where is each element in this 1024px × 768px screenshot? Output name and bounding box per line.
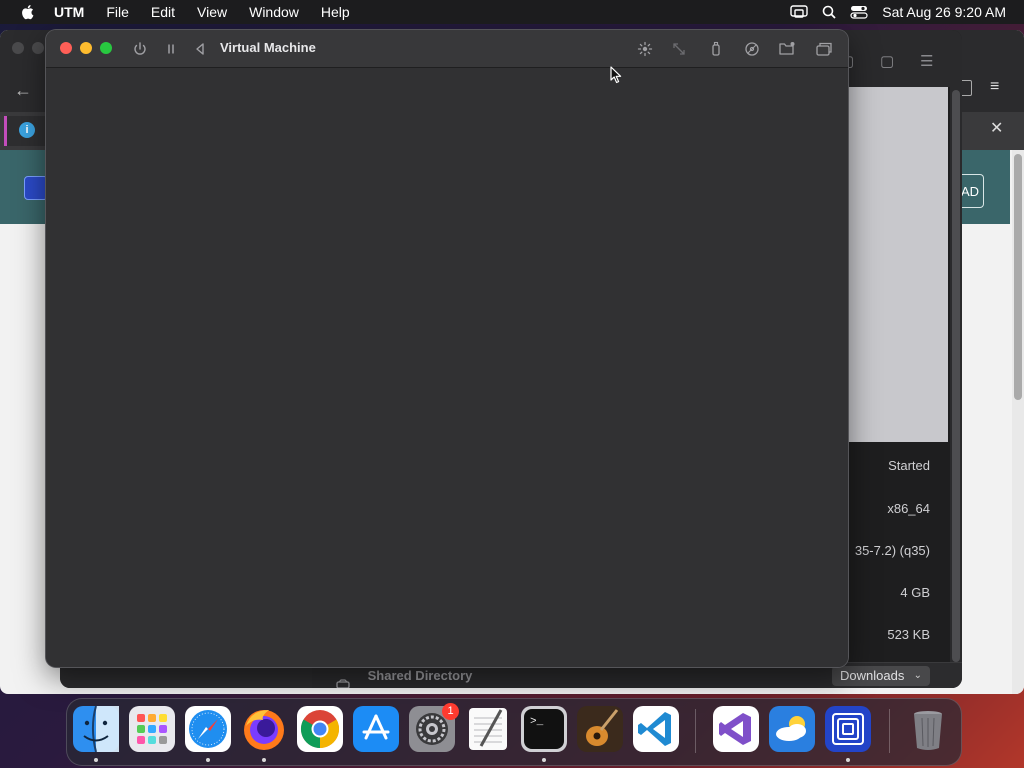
hamburger-menu-icon[interactable]: ≡ [990, 78, 999, 96]
menu-view[interactable]: View [186, 4, 238, 20]
mouse-pointer-icon [610, 66, 624, 84]
back-arrow-icon[interactable]: ← [14, 80, 32, 101]
shared-folder-icon[interactable] [777, 39, 797, 59]
menu-app-utm[interactable]: UTM [34, 4, 95, 20]
shared-directory-value: Downloads [840, 668, 905, 683]
vm-size-value: 523 KB [887, 627, 930, 642]
browser-close-button[interactable] [12, 42, 24, 54]
dock: >_ [66, 698, 962, 766]
dock-running-indicator [206, 758, 210, 762]
shared-directory-label: Shared Directory [367, 668, 473, 683]
menu-edit[interactable]: Edit [140, 4, 186, 20]
notification-badge: 1 [442, 703, 459, 720]
browser-minimize-button[interactable] [32, 42, 44, 54]
dock-weather-icon[interactable] [769, 706, 815, 752]
dock-launchpad-icon[interactable] [129, 706, 175, 752]
dock-running-indicator [846, 758, 850, 762]
close-tab-icon[interactable]: ✕ [990, 118, 1003, 138]
dock-running-indicator [262, 758, 266, 762]
dock-finder-icon[interactable] [73, 706, 119, 752]
dock-running-indicator [94, 758, 98, 762]
vm-titlebar: Virtual Machine [46, 30, 848, 68]
vm-preview-thumbnail[interactable] [848, 87, 948, 442]
vm-architecture-value: x86_64 [887, 501, 930, 516]
shared-directory-dropdown[interactable]: Downloads ⌄ [832, 666, 930, 686]
vm-status-value: Started [888, 458, 930, 473]
dock-vscode-icon[interactable] [633, 706, 679, 752]
screen-mirroring-icon[interactable] [790, 5, 808, 19]
windows-switch-icon[interactable] [814, 39, 834, 59]
resize-arrows-icon[interactable] [669, 39, 689, 59]
control-center-icon[interactable] [850, 5, 868, 19]
settings-sliders-icon[interactable]: ☰ [920, 52, 933, 70]
dock-garageband-icon[interactable] [577, 706, 623, 752]
restart-back-icon[interactable] [190, 39, 210, 59]
dock-separator [889, 709, 890, 753]
utm-scroll-thumb[interactable] [952, 90, 960, 662]
dock-visual-studio-icon[interactable] [713, 706, 759, 752]
menu-bar: UTM File Edit View Window Help Sat Aug 2… [0, 0, 1024, 24]
disk-drive-icon[interactable] [742, 39, 762, 59]
dock-textedit-icon[interactable] [465, 706, 511, 752]
pause-icon[interactable] [161, 39, 181, 59]
browser-scroll-thumb[interactable] [1014, 154, 1022, 400]
apple-menu-icon[interactable] [20, 4, 34, 20]
utm-logo-icon [24, 176, 48, 200]
vm-window: Virtual Machine [46, 30, 848, 667]
spotlight-search-icon[interactable] [822, 5, 836, 19]
stop-square-icon[interactable]: ▢ [880, 52, 894, 70]
dock-app-store-icon[interactable] [353, 706, 399, 752]
drive-icon [336, 672, 350, 688]
menu-clock[interactable]: Sat Aug 26 9:20 AM [882, 4, 1006, 20]
close-button[interactable] [60, 42, 72, 54]
svg-text:>_: >_ [530, 716, 544, 728]
info-icon: i [19, 122, 35, 138]
vm-display-area[interactable] [46, 68, 848, 667]
dock-separator [695, 709, 696, 753]
power-icon[interactable] [130, 39, 150, 59]
dock-utm-icon[interactable] [825, 706, 871, 752]
menu-file[interactable]: File [95, 4, 140, 20]
dock-firefox-icon[interactable] [241, 706, 287, 752]
dock-trash-icon[interactable] [905, 706, 951, 752]
menu-window[interactable]: Window [238, 4, 310, 20]
dock-terminal-icon[interactable]: >_ [521, 706, 567, 752]
fullscreen-button[interactable] [100, 42, 112, 54]
dock-chrome-icon[interactable] [297, 706, 343, 752]
vm-memory-value: 4 GB [900, 585, 930, 600]
dock-running-indicator [542, 758, 546, 762]
usb-drive-icon[interactable] [706, 39, 726, 59]
menu-help[interactable]: Help [310, 4, 361, 20]
display-brightness-icon[interactable] [635, 39, 655, 59]
chevron-down-icon: ⌄ [913, 670, 922, 681]
vm-window-title: Virtual Machine [220, 40, 316, 55]
minimize-button[interactable] [80, 42, 92, 54]
vm-machine-value: 35-7.2) (q35) [854, 543, 930, 558]
dock-safari-icon[interactable] [185, 706, 231, 752]
